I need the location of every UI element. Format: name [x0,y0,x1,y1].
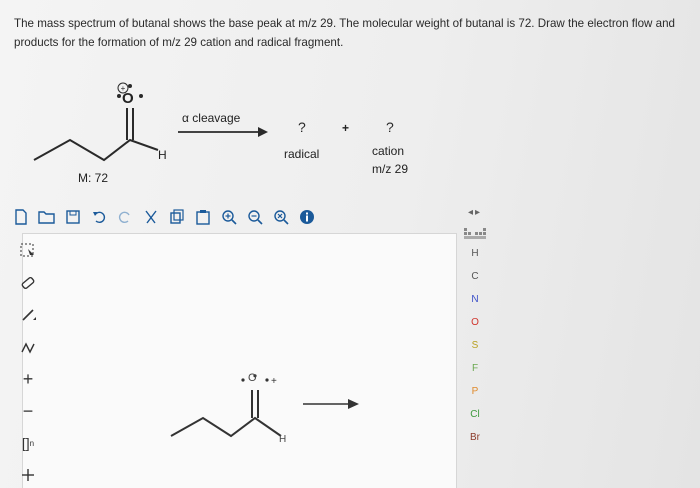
arrow-tool-icon[interactable] [15,464,41,486]
select-lasso-icon[interactable] [15,240,41,262]
panel-toggle-icon[interactable]: ◂▸ [468,207,482,218]
electron-dot [139,94,143,98]
info-icon[interactable] [296,206,318,228]
carbon-chain-bond [33,138,159,162]
plus-charge-icon[interactable]: + [15,368,41,390]
zoom-fit-icon[interactable] [270,206,292,228]
open-folder-icon[interactable] [36,206,58,228]
electron-dot [117,94,121,98]
element-f[interactable]: F [460,357,490,380]
element-panel: ◂▸ H C N O S F P Cl Br [455,203,495,488]
reaction-arrow-head [258,127,268,137]
canvas-oxygen-label: O [248,372,257,384]
cation-question-mark: ? [386,119,394,135]
page: The mass spectrum of butanal shows the b… [0,0,700,488]
cation-mz-label: m/z 29 [372,162,409,176]
drawing-canvas[interactable]: + O H [22,233,457,488]
single-bond-icon[interactable] [15,304,41,326]
copy-icon[interactable] [166,206,188,228]
new-document-icon[interactable] [10,206,32,228]
element-cl[interactable]: Cl [460,403,490,426]
oxygen-label: O [122,90,134,107]
canvas-electron-dot [241,378,245,382]
eraser-icon[interactable] [15,272,41,294]
molecular-mass-label: M: 72 [78,171,109,185]
minus-charge-icon[interactable]: − [15,400,41,422]
bracket-icon[interactable]: [] n [15,432,41,454]
canvas-electron-dot [265,378,269,382]
chain-icon[interactable] [15,336,41,358]
electron-dot [128,84,132,88]
undo-icon[interactable] [88,206,110,228]
editor-toolbar [10,203,360,231]
save-icon[interactable] [62,206,84,228]
question-text: The mass spectrum of butanal shows the b… [14,17,675,49]
cation-label: cation [372,144,405,158]
element-n[interactable]: N [460,288,490,311]
element-h[interactable]: H [460,242,490,265]
left-toolbar: + − [] n [10,240,46,488]
element-o[interactable]: O [460,311,490,334]
canvas-hydrogen-label: H [279,434,287,445]
element-br[interactable]: Br [460,426,490,449]
zoom-out-icon[interactable] [244,206,266,228]
canvas-molecule[interactable]: + [163,374,363,454]
plus-sign: + [342,121,350,135]
redo-icon[interactable] [114,206,136,228]
canvas-charge-plus: + [271,376,277,387]
zoom-in-icon[interactable] [218,206,240,228]
element-p[interactable]: P [460,380,490,403]
hydrogen-label: H [158,148,167,162]
periodic-table-icon[interactable] [464,228,486,242]
canvas-arrow-head[interactable] [348,399,359,409]
element-s[interactable]: S [460,334,490,357]
radical-question-mark: ? [298,119,306,135]
cut-icon[interactable] [140,206,162,228]
reaction-scheme: + O H M: 72 α cleavage ? radical + ? cat… [20,78,440,198]
alpha-cleavage-label: α cleavage [182,111,241,125]
canvas-chain-bond [170,416,282,438]
element-c[interactable]: C [460,265,490,288]
paste-icon[interactable] [192,206,214,228]
radical-label: radical [284,147,320,161]
